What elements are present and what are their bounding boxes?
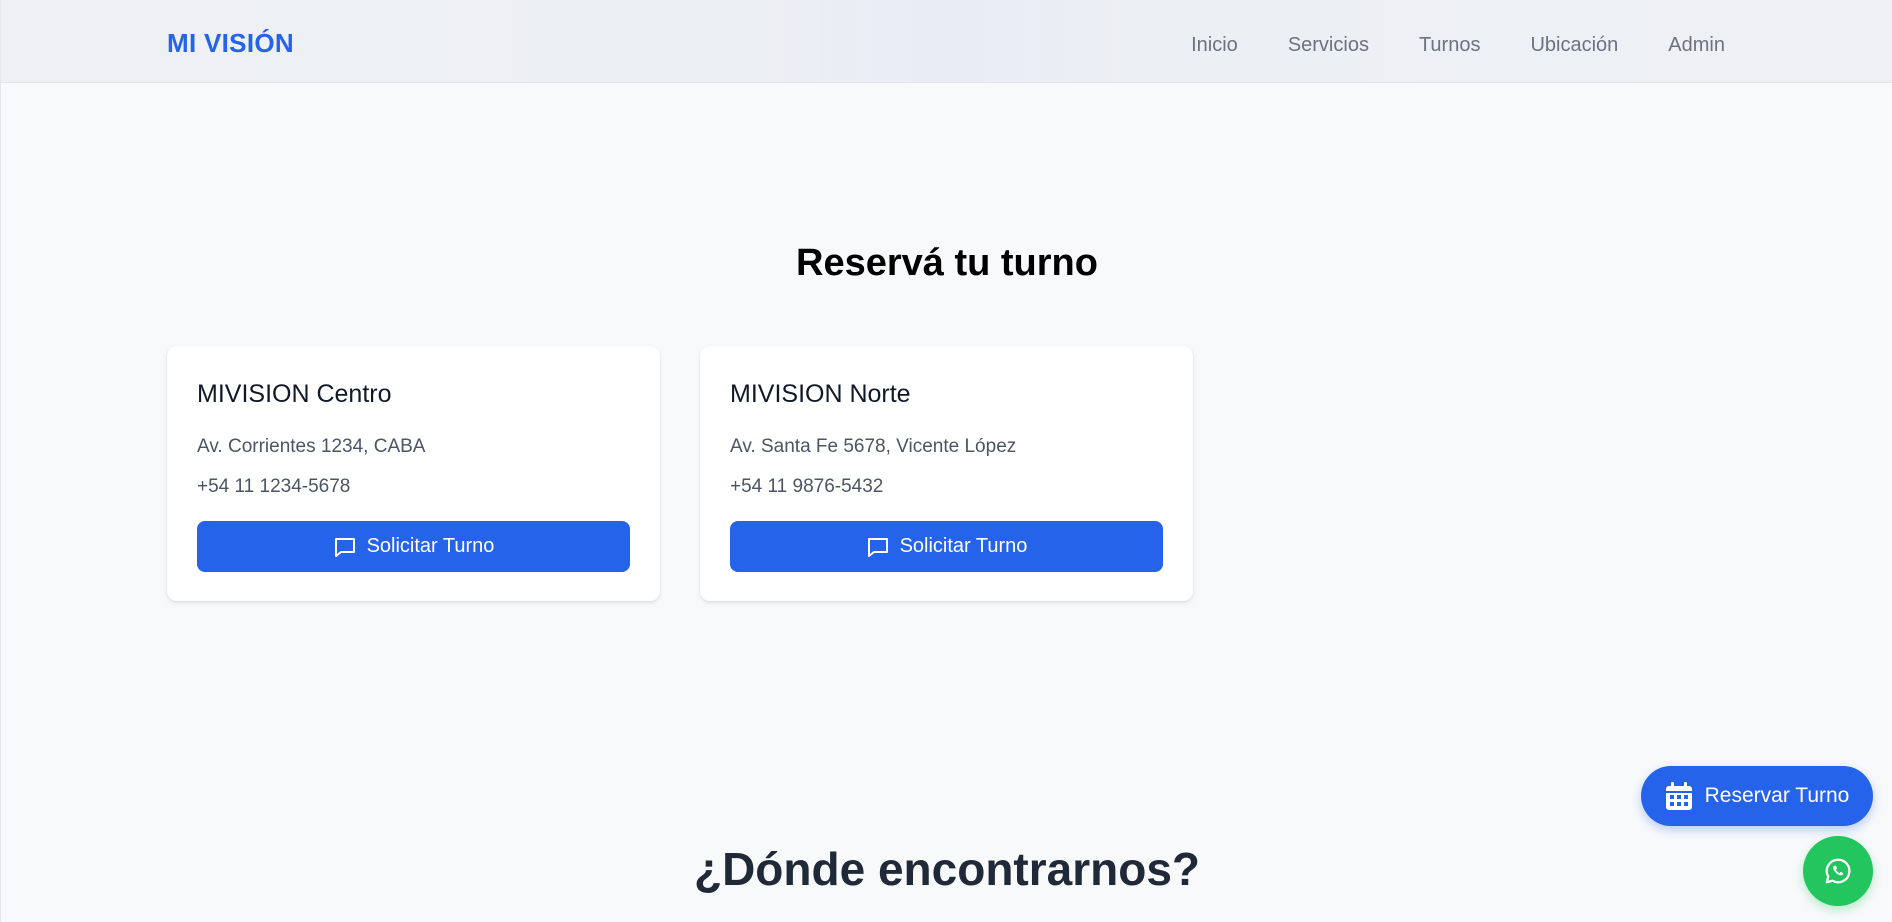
button-label: Solicitar Turno bbox=[899, 535, 1028, 557]
chat-icon bbox=[867, 537, 888, 557]
reserve-appointment-fab[interactable]: Reservar Turno bbox=[1641, 766, 1873, 826]
branch-card-centro: MIVISION Centro Av. Corrientes 1234, CAB… bbox=[167, 346, 660, 601]
branch-address: Av. Corrientes 1234, CABA bbox=[197, 436, 426, 457]
branch-address: Av. Santa Fe 5678, Vicente López bbox=[730, 436, 1017, 457]
whatsapp-icon bbox=[1825, 858, 1851, 884]
nav-link-inicio[interactable]: Inicio bbox=[1191, 34, 1238, 57]
whatsapp-button[interactable] bbox=[1803, 836, 1873, 906]
main-nav: Inicio Servicios Turnos Ubicación Admin bbox=[1191, 34, 1725, 57]
nav-link-admin[interactable]: Admin bbox=[1668, 34, 1725, 57]
brand-logo[interactable]: MI VISIÓN bbox=[167, 28, 294, 59]
request-appointment-button[interactable]: Solicitar Turno bbox=[197, 521, 630, 572]
button-label: Solicitar Turno bbox=[366, 535, 495, 557]
location-section-title: ¿Dónde encontrarnos? bbox=[693, 843, 1201, 895]
nav-link-turnos[interactable]: Turnos bbox=[1419, 34, 1481, 57]
nav-link-servicios[interactable]: Servicios bbox=[1288, 34, 1369, 57]
request-appointment-button[interactable]: Solicitar Turno bbox=[730, 521, 1163, 572]
branch-phone: +54 11 1234-5678 bbox=[197, 476, 351, 497]
chat-icon bbox=[334, 537, 355, 557]
branch-card-norte: MIVISION Norte Av. Santa Fe 5678, Vicent… bbox=[700, 346, 1193, 601]
booking-section-title: Reservá tu turno bbox=[796, 242, 1098, 284]
page: MI VISIÓN Inicio Servicios Turnos Ubicac… bbox=[0, 0, 1892, 922]
nav-link-ubicacion[interactable]: Ubicación bbox=[1530, 34, 1618, 57]
reserve-label: Reservar Turno bbox=[1704, 784, 1850, 807]
branch-name: MIVISION Centro bbox=[197, 380, 392, 408]
site-header: MI VISIÓN Inicio Servicios Turnos Ubicac… bbox=[1, 0, 1892, 83]
branch-name: MIVISION Norte bbox=[730, 380, 911, 408]
branch-phone: +54 11 9876-5432 bbox=[730, 476, 884, 497]
calendar-icon bbox=[1665, 782, 1692, 810]
